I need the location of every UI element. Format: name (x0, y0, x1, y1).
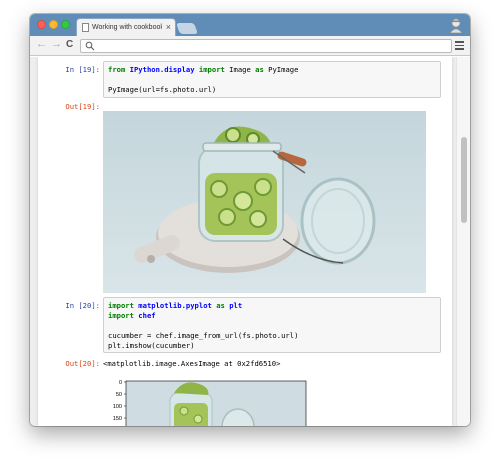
code-line: from IPython.display import Image as PyI… (108, 65, 436, 75)
code-token: as (255, 65, 264, 74)
forward-button[interactable]: → (51, 38, 62, 50)
code-line: import chef (108, 311, 436, 321)
tab-close-icon[interactable]: × (166, 19, 171, 36)
code-token: import (108, 301, 134, 310)
zoom-window-button[interactable] (61, 20, 70, 29)
document-icon (82, 23, 89, 32)
code-token: cucumber = chef.image_from_url(fs.photo.… (108, 331, 299, 340)
new-tab-button[interactable] (175, 23, 199, 34)
code-token: Image (224, 65, 256, 74)
y-tick-label: 0 (119, 380, 122, 386)
reload-button[interactable]: C (66, 39, 73, 50)
tab-title: Working with cookbook ima (92, 24, 162, 31)
code-line: cucumber = chef.image_from_url(fs.photo.… (108, 331, 436, 341)
y-tick-label: 150 (113, 416, 122, 422)
browser-toolbar: ← → C (30, 36, 470, 56)
code-token: plt (229, 301, 243, 310)
input-prompt: In [20]: (65, 301, 100, 310)
y-tick-label: 50 (116, 392, 122, 398)
code-token: chef (138, 311, 156, 320)
input-prompt: In [19]: (65, 65, 100, 74)
code-token: as (216, 301, 225, 310)
code-cell-input[interactable]: import matplotlib.pyplot as plt import ch… (103, 297, 441, 353)
code-line: PyImage(url=fs.photo.url) (108, 85, 436, 95)
code-token: import (108, 311, 134, 320)
imshow-plot: 050100150200 (113, 380, 307, 426)
code-token: plt.imshow(cucumber) (108, 341, 195, 350)
code-token: matplotlib.pyplot (138, 301, 212, 310)
profile-icon[interactable] (448, 17, 464, 33)
page-viewport[interactable]: In [19]: from IPython.display import Ima… (30, 57, 470, 426)
output-prompt: Out[19]: (65, 102, 100, 111)
code-line: import matplotlib.pyplot as plt (108, 301, 436, 311)
code-token: import (198, 65, 225, 74)
code-token: PyImage (263, 65, 299, 74)
code-token: PyImage(url=fs.photo.url) (108, 85, 217, 94)
code-token: IPython.display (129, 65, 195, 74)
menu-icon[interactable] (455, 41, 464, 50)
output-prompt: Out[20]: (65, 359, 100, 368)
cucumber-jar-photo (103, 111, 426, 293)
browser-window: Working with cookbook ima × ← → C In [19… (30, 14, 470, 426)
minimize-window-button[interactable] (49, 20, 58, 29)
code-cell-input[interactable]: from IPython.display import Image as PyI… (103, 61, 441, 98)
y-tick-label: 100 (113, 404, 122, 410)
back-button[interactable]: ← (36, 38, 47, 50)
browser-tab[interactable]: Working with cookbook ima × (76, 18, 176, 36)
search-icon (85, 41, 95, 51)
scrollbar-thumb[interactable] (461, 137, 467, 223)
code-line: plt.imshow(cucumber) (108, 341, 436, 351)
vertical-scrollbar[interactable] (456, 57, 470, 426)
output-text: <matplotlib.image.AxesImage at 0x2fd6510… (103, 359, 281, 368)
code-token: from (108, 65, 126, 74)
close-window-button[interactable] (37, 20, 46, 29)
address-bar[interactable] (80, 39, 452, 53)
notebook-page: In [19]: from IPython.display import Ima… (38, 57, 452, 426)
title-bar: Working with cookbook ima × (30, 14, 470, 36)
